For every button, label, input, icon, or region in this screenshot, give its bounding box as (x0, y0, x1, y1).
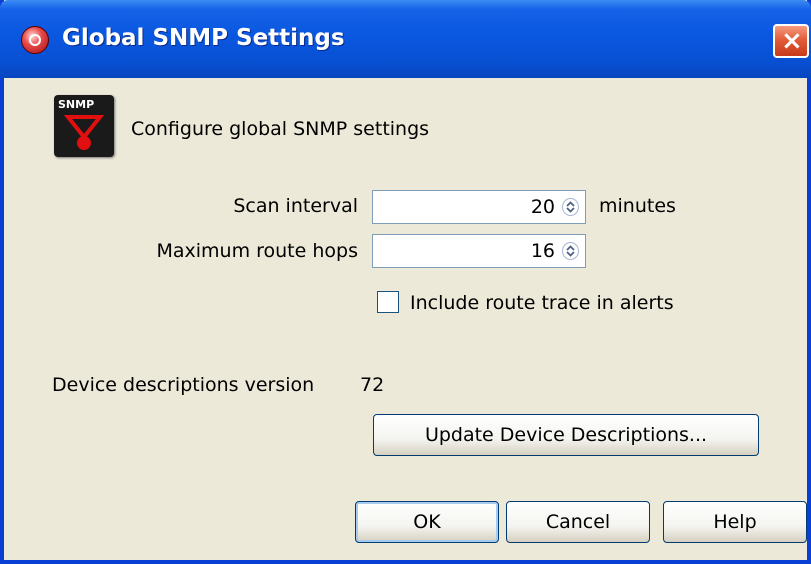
spinner-arrows-icon[interactable] (562, 242, 579, 260)
update-device-descriptions-button[interactable]: Update Device Descriptions... (373, 414, 759, 456)
app-icon (21, 26, 49, 54)
close-icon: × (781, 26, 803, 56)
device-descriptions-label: Device descriptions version (52, 374, 315, 396)
max-route-hops-spinner[interactable]: 16 (372, 234, 586, 268)
help-button[interactable]: Help (663, 501, 807, 543)
include-route-trace-checkbox[interactable] (377, 291, 399, 313)
network-triangle-icon (63, 115, 105, 150)
window-title: Global SNMP Settings (62, 25, 345, 51)
title-bar[interactable]: Global SNMP Settings × (0, 0, 811, 78)
dialog-window: Global SNMP Settings × SNMP Configure gl… (0, 0, 811, 564)
snmp-logo-icon: SNMP (54, 95, 114, 157)
scan-interval-spinner[interactable]: 20 (372, 190, 586, 224)
max-route-hops-value: 16 (530, 240, 555, 262)
scan-interval-value: 20 (530, 196, 555, 218)
close-button[interactable]: × (773, 24, 809, 58)
include-route-trace-label[interactable]: Include route trace in alerts (410, 292, 674, 314)
dialog-description: Configure global SNMP settings (131, 118, 430, 140)
ok-button[interactable]: OK (355, 501, 499, 543)
scan-interval-label: Scan interval (233, 195, 358, 217)
spinner-arrows-icon[interactable] (562, 198, 579, 216)
max-route-hops-label: Maximum route hops (156, 240, 358, 262)
scan-interval-unit: minutes (599, 195, 676, 217)
cancel-button[interactable]: Cancel (506, 501, 650, 543)
device-descriptions-version: 72 (360, 374, 385, 396)
